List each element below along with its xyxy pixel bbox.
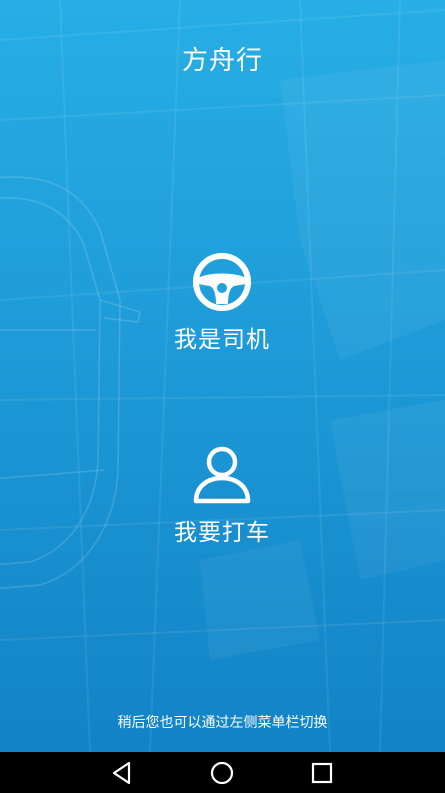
phone-screen: 方舟行 我是司机 我要打车 稍后您也可以通过左侧菜单栏切换 bbox=[0, 0, 445, 793]
role-select-screen: 方舟行 我是司机 我要打车 稍后您也可以通过左侧菜单栏切换 bbox=[0, 0, 445, 752]
back-triangle-icon[interactable] bbox=[109, 760, 135, 786]
steering-wheel-icon bbox=[193, 253, 251, 311]
recent-apps-square-icon[interactable] bbox=[309, 760, 335, 786]
switch-hint: 稍后您也可以通过左侧菜单栏切换 bbox=[117, 715, 328, 731]
app-title: 方舟行 bbox=[181, 46, 263, 76]
map-background bbox=[0, 0, 445, 752]
driver-label: 我是司机 bbox=[174, 327, 270, 353]
person-icon bbox=[193, 446, 251, 504]
passenger-option[interactable]: 我要打车 bbox=[122, 443, 322, 553]
system-nav-bar bbox=[0, 752, 445, 793]
home-circle-icon[interactable] bbox=[209, 760, 235, 786]
passenger-label: 我要打车 bbox=[174, 520, 270, 546]
driver-option[interactable]: 我是司机 bbox=[122, 250, 322, 360]
